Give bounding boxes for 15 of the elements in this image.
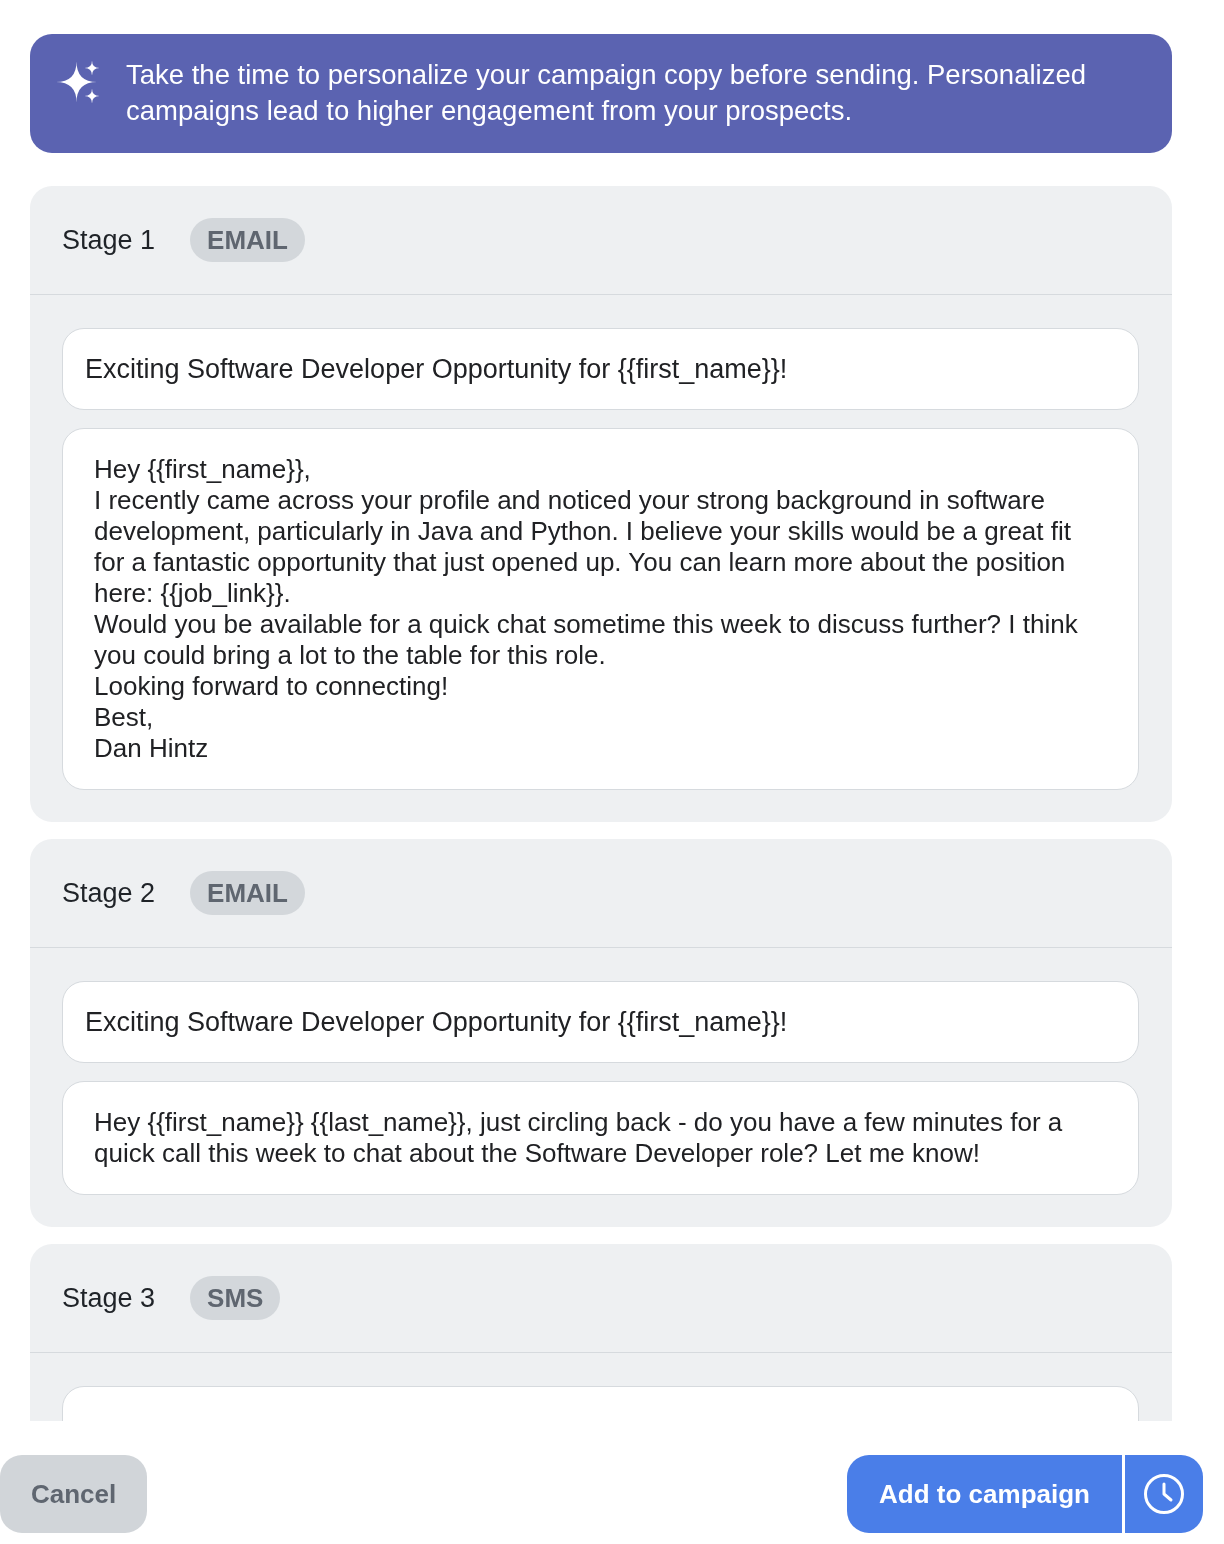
add-to-campaign-button[interactable]: Add to campaign	[847, 1455, 1122, 1533]
schedule-button[interactable]	[1125, 1455, 1203, 1533]
message-field[interactable]: Hey {{first_name}} {{last_name}}, just circling back - do you have a few minutes for a quick call this week to chat about the Software Developer role? Let me know!	[62, 1081, 1139, 1195]
channel-tag: SMS	[190, 1276, 281, 1320]
subject-field[interactable]: Exciting Software Developer Opportunity for {{first_name}}!	[62, 981, 1139, 1063]
stage-title: Stage 1	[62, 224, 156, 256]
channel-tag: EMAIL	[190, 871, 305, 915]
subject-field[interactable]: Exciting Software Developer Opportunity for {{first_name}}!	[62, 328, 1139, 410]
channel-tag: EMAIL	[190, 218, 305, 262]
stage-title: Stage 3	[62, 1282, 156, 1314]
clock-icon	[1144, 1474, 1184, 1514]
cancel-button[interactable]: Cancel	[0, 1455, 148, 1533]
message-field[interactable]: Hey {{first_name}}, I recently came across your profile and noticed your strong background in software development, particularly in Java and Python. I believe your skills would be a great fit for a fantastic opportunity that just opened up. You can learn more about the position here: {{job_link}}. Would you be available for a quick chat sometime this week to discuss further? I think you could bring a lot to the table for this role. Looking forward to connecting! Best, Dan Hintz	[62, 428, 1139, 790]
stage-title: Stage 2	[62, 877, 156, 909]
tip-text: Take the time to personalize your campaign copy before sending. Personalized campaigns lead to higher engagement from your prospects.	[126, 58, 1087, 128]
